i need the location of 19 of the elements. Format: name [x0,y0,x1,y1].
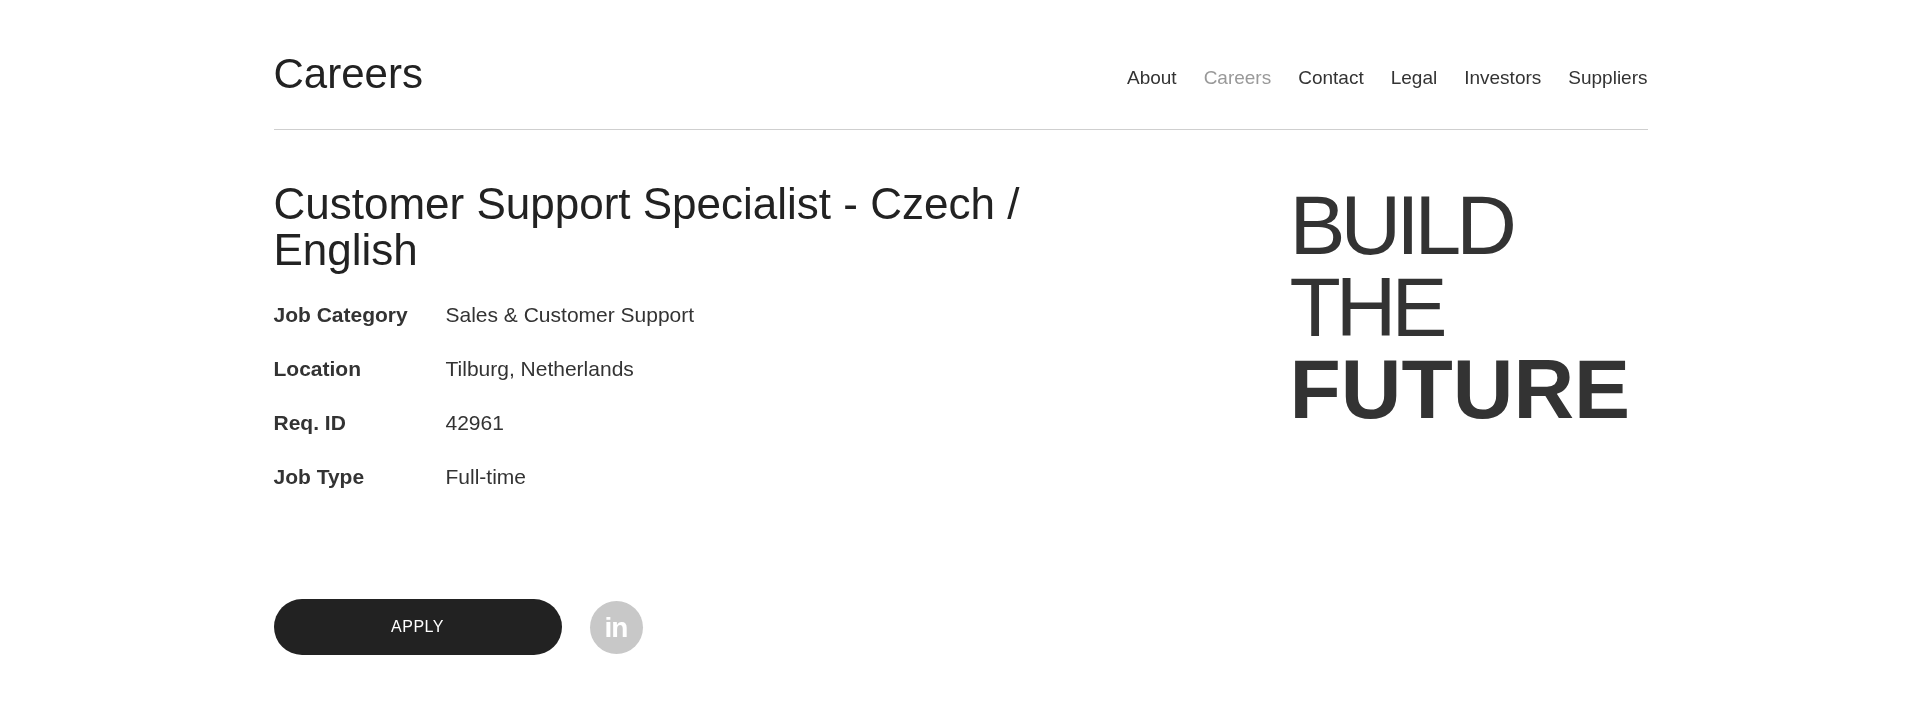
detail-label: Location [273,356,362,381]
apply-button[interactable]: APPLY [273,599,562,655]
nav-link[interactable]: About [1126,68,1177,87]
slogan-line: THE [1289,266,1443,348]
detail-value: Tilburg, Netherlands [445,356,634,381]
nav-link[interactable]: Investors [1464,68,1542,87]
nav-link[interactable]: Contact [1298,68,1364,87]
detail-label: Req. ID [273,410,347,435]
page-title: Careers [273,53,423,95]
slogan-line: BUILD [1289,184,1512,266]
nav-link[interactable]: Legal [1390,68,1438,87]
detail-value: Sales & Customer Support [445,302,695,327]
job-title: Customer Support Specialist - Czech / English [273,181,1021,273]
slogan-line: FUTURE [1289,348,1631,430]
detail-label: Job Category [273,302,409,327]
detail-value: Full-time [445,464,526,489]
detail-label: Job Type [273,464,366,489]
nav-link[interactable]: Suppliers [1568,68,1648,87]
detail-value: 42961 [445,410,504,435]
